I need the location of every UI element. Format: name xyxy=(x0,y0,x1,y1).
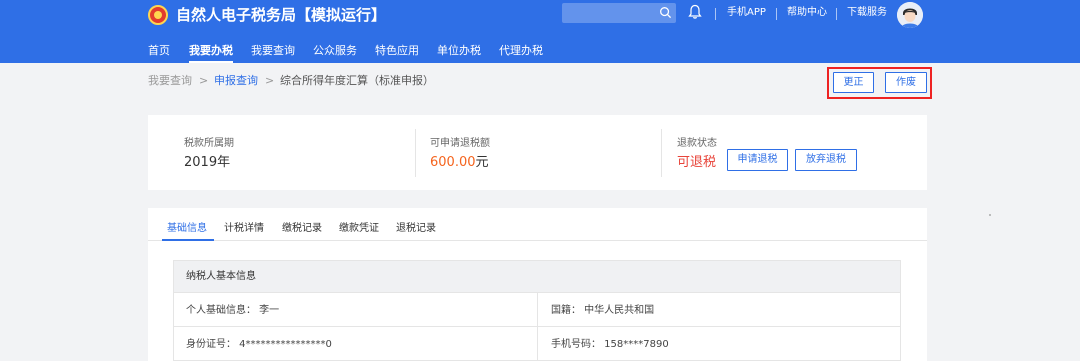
tax-period-value: 2019年 xyxy=(184,155,231,170)
void-button[interactable]: 作废 xyxy=(885,72,927,93)
refund-amount-label: 可申请退税额 xyxy=(430,138,490,149)
tax-period-label: 税款所属期 xyxy=(184,138,234,149)
search-icon[interactable] xyxy=(659,6,672,19)
breadcrumb-item-declaration-query[interactable]: 申报查询 xyxy=(214,74,258,88)
mobile-app-link[interactable]: 手机APP xyxy=(727,6,766,20)
help-center-link[interactable]: 帮助中心 xyxy=(787,6,827,20)
table-cell-divider xyxy=(537,293,538,327)
refund-status-value: 可退税 xyxy=(677,155,717,170)
active-tab-indicator xyxy=(162,239,214,241)
site-title[interactable]: 自然人电子税务局【模拟运行】 xyxy=(176,5,386,25)
apply-refund-button[interactable]: 申请退税 xyxy=(727,149,788,171)
tab-refund-records[interactable]: 退税记录 xyxy=(396,222,436,236)
breadcrumb-separator: > xyxy=(265,74,275,87)
header-divider xyxy=(836,8,837,20)
breadcrumb-current: 综合所得年度汇算（标准申报） xyxy=(280,74,434,87)
nav-home[interactable]: 首页 xyxy=(148,42,170,60)
tab-tax-details[interactable]: 计税详情 xyxy=(224,222,264,236)
taxpayer-info-title: 纳税人基本信息 xyxy=(186,271,256,282)
bell-icon[interactable] xyxy=(688,4,702,20)
correct-button[interactable]: 更正 xyxy=(833,72,874,93)
tax-emblem-logo[interactable] xyxy=(148,5,168,25)
tab-basic-info[interactable]: 基础信息 xyxy=(167,222,207,236)
refund-amount-unit: 元 xyxy=(475,155,489,170)
nav-query[interactable]: 我要查询 xyxy=(251,42,295,60)
download-service-link[interactable]: 下载服务 xyxy=(847,6,887,20)
id-number-cell: 身份证号： 4****************0 xyxy=(186,339,332,350)
refund-status-label: 退款状态 xyxy=(677,138,717,149)
header-divider xyxy=(715,8,716,20)
tab-payment-vouchers[interactable]: 缴款凭证 xyxy=(339,222,379,236)
breadcrumb-item-query[interactable]: 我要查询 xyxy=(148,74,192,88)
refund-amount-number: 600.00 xyxy=(430,155,476,170)
personal-info-cell: 个人基础信息： 李一 xyxy=(186,305,280,316)
summary-divider xyxy=(415,129,416,177)
refund-amount: 600.00元 xyxy=(430,155,489,171)
search-input[interactable] xyxy=(562,3,676,23)
user-avatar[interactable] xyxy=(897,2,923,28)
user-avatar-icon xyxy=(897,2,923,28)
nav-public-service[interactable]: 公众服务 xyxy=(313,42,357,60)
taxpayer-info-header xyxy=(173,260,901,293)
header-divider xyxy=(776,8,777,20)
breadcrumb-separator: > xyxy=(199,74,209,87)
phone-number-cell: 手机号码： 158****7890 xyxy=(551,339,669,350)
stray-dot xyxy=(989,214,991,216)
table-cell-divider xyxy=(537,327,538,361)
nav-tax-handling[interactable]: 我要办税 xyxy=(189,42,233,63)
summary-divider xyxy=(661,129,662,177)
nationality-cell: 国籍： 中华人民共和国 xyxy=(551,305,655,316)
tab-payment-records[interactable]: 缴税记录 xyxy=(282,222,322,236)
nav-company-tax[interactable]: 单位办税 xyxy=(437,42,481,60)
abandon-refund-button[interactable]: 放弃退税 xyxy=(795,149,857,171)
nav-featured-apps[interactable]: 特色应用 xyxy=(375,42,419,60)
nav-agent-tax[interactable]: 代理办税 xyxy=(499,42,543,60)
tab-bar-divider xyxy=(148,240,927,241)
